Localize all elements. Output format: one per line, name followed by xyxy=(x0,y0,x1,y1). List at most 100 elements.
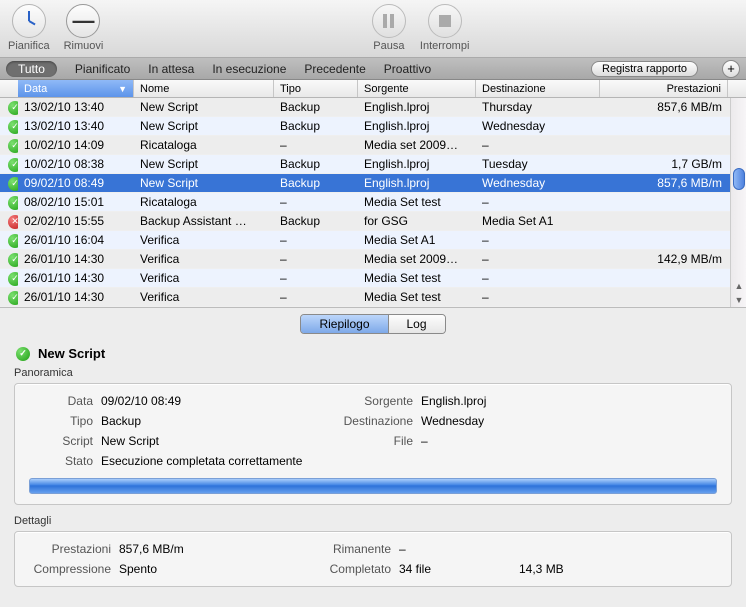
dettagli-label: Dettagli xyxy=(14,515,732,527)
value-destinazione: Wednesday xyxy=(421,414,717,428)
filter-precedente[interactable]: Precedente xyxy=(304,62,365,76)
cell-data: 26/01/10 14:30 xyxy=(18,252,134,266)
detail-panel: ✓ New Script Panoramica Data 09/02/10 08… xyxy=(0,340,746,597)
filter-in-esecuzione[interactable]: In esecuzione xyxy=(212,62,286,76)
cell-data: 26/01/10 16:04 xyxy=(18,233,134,247)
value-data: 09/02/10 08:49 xyxy=(101,394,341,408)
status-ok-icon: ✓ xyxy=(8,177,18,191)
value-compressione: Spento xyxy=(119,562,319,576)
stop-icon xyxy=(428,4,462,38)
cell-status: ✓ xyxy=(0,289,18,305)
cell-status: ✓ xyxy=(0,175,18,191)
filter-proattivo[interactable]: Proattivo xyxy=(384,62,431,76)
cell-destinazione: Media Set A1 xyxy=(476,214,600,228)
pianifica-label: Pianifica xyxy=(8,40,50,52)
cell-sorgente: Media Set test xyxy=(358,290,476,304)
label-compressione: Compressione xyxy=(29,562,119,576)
tab-riepilogo[interactable]: Riepilogo xyxy=(301,315,387,333)
table-row[interactable]: ✓26/01/10 14:30Verifica–Media Set test– xyxy=(0,269,746,288)
add-button[interactable]: + xyxy=(722,60,740,78)
table-row[interactable]: ✓08/02/10 15:01Ricataloga–Media Set test… xyxy=(0,193,746,212)
cell-destinazione: – xyxy=(476,195,600,209)
cell-destinazione: Wednesday xyxy=(476,176,600,190)
filter-pianificato[interactable]: Pianificato xyxy=(75,62,130,76)
table-row[interactable]: ✓26/01/10 14:30Verifica–Media Set test– xyxy=(0,288,746,307)
cell-status: ✓ xyxy=(0,99,18,115)
col-tipo[interactable]: Tipo xyxy=(274,80,358,97)
registra-rapporto-button[interactable]: Registra rapporto xyxy=(591,61,698,77)
cell-nome: New Script xyxy=(134,157,274,171)
col-sorgente[interactable]: Sorgente xyxy=(358,80,476,97)
value-rimanente: – xyxy=(399,542,519,556)
cell-nome: Verifica xyxy=(134,252,274,266)
cell-data: 02/02/10 15:55 xyxy=(18,214,134,228)
table-row[interactable]: ✓26/01/10 16:04Verifica–Media Set A1– xyxy=(0,231,746,250)
filter-bar: Tutto Pianificato In attesa In esecuzion… xyxy=(0,58,746,80)
scroll-up-icon[interactable]: ▲ xyxy=(731,279,746,293)
cell-nome: Ricataloga xyxy=(134,138,274,152)
table-row[interactable]: ✓10/02/10 08:38New ScriptBackupEnglish.l… xyxy=(0,155,746,174)
cell-destinazione: – xyxy=(476,138,600,152)
cell-sorgente: English.lproj xyxy=(358,119,476,133)
status-ok-icon: ✓ xyxy=(8,253,18,267)
col-destinazione[interactable]: Destinazione xyxy=(476,80,600,97)
scrollbar-thumb[interactable] xyxy=(733,168,745,190)
cell-nome: Backup Assistant … xyxy=(134,214,274,228)
table-row[interactable]: ✓13/02/10 13:40New ScriptBackupEnglish.l… xyxy=(0,98,746,117)
table-row[interactable]: ✓10/02/10 14:09Ricataloga–Media set 2009… xyxy=(0,136,746,155)
scroll-down-icon[interactable]: ▼ xyxy=(731,293,746,307)
cell-nome: New Script xyxy=(134,176,274,190)
cell-tipo: – xyxy=(274,271,358,285)
pianifica-button[interactable]: Pianifica xyxy=(8,4,50,52)
interrompi-button[interactable]: Interrompi xyxy=(420,4,470,52)
status-ok-icon: ✓ xyxy=(8,272,18,286)
cell-data: 26/01/10 14:30 xyxy=(18,290,134,304)
cell-sorgente: Media Set A1 xyxy=(358,233,476,247)
progress-bar xyxy=(29,478,717,494)
filter-in-attesa[interactable]: In attesa xyxy=(148,62,194,76)
cell-data: 10/02/10 14:09 xyxy=(18,138,134,152)
value-script: New Script xyxy=(101,434,341,448)
col-prestazioni[interactable]: Prestazioni xyxy=(600,80,728,97)
status-ok-icon: ✓ xyxy=(16,347,30,361)
table-row[interactable]: ✓09/02/10 08:49New ScriptBackupEnglish.l… xyxy=(0,174,746,193)
filter-tutto[interactable]: Tutto xyxy=(6,61,57,77)
table-row[interactable]: ✓13/02/10 13:40New ScriptBackupEnglish.l… xyxy=(0,117,746,136)
table-header: Data▼ Nome Tipo Sorgente Destinazione Pr… xyxy=(0,80,746,98)
scrollbar[interactable]: ▲ ▼ xyxy=(730,98,746,307)
status-ok-icon: ✓ xyxy=(8,120,18,134)
label-script: Script xyxy=(29,434,101,448)
cell-status: ✓ xyxy=(0,232,18,248)
cell-tipo: Backup xyxy=(274,214,358,228)
cell-data: 13/02/10 13:40 xyxy=(18,100,134,114)
tab-log[interactable]: Log xyxy=(388,315,445,333)
cell-nome: Verifica xyxy=(134,233,274,247)
cell-data: 10/02/10 08:38 xyxy=(18,157,134,171)
cell-nome: Verifica xyxy=(134,271,274,285)
cell-nome: New Script xyxy=(134,100,274,114)
cell-prestazioni: 857,6 MB/m xyxy=(600,176,728,190)
cell-sorgente: Media set 2009… xyxy=(358,252,476,266)
col-data[interactable]: Data▼ xyxy=(18,80,134,97)
rimuovi-button[interactable]: — Rimuovi xyxy=(64,4,104,52)
label-stato: Stato xyxy=(29,454,101,468)
cell-prestazioni: 1,7 GB/m xyxy=(600,157,728,171)
sort-down-icon: ▼ xyxy=(118,84,127,94)
table-row[interactable]: ✓26/01/10 14:30Verifica–Media set 2009…–… xyxy=(0,250,746,269)
status-ok-icon: ✓ xyxy=(8,101,18,115)
cell-data: 08/02/10 15:01 xyxy=(18,195,134,209)
col-status[interactable] xyxy=(0,80,18,97)
cell-destinazione: Thursday xyxy=(476,100,600,114)
cell-destinazione: Wednesday xyxy=(476,119,600,133)
table-row[interactable]: ✕02/02/10 15:55Backup Assistant …Backupf… xyxy=(0,212,746,231)
label-rimanente: Rimanente xyxy=(319,542,399,556)
clock-icon xyxy=(12,4,46,38)
toolbar: Pianifica — Rimuovi Pausa Interrompi xyxy=(0,0,746,58)
pausa-button[interactable]: Pausa xyxy=(372,4,406,52)
cell-sorgente: English.lproj xyxy=(358,157,476,171)
pause-icon xyxy=(372,4,406,38)
col-nome[interactable]: Nome xyxy=(134,80,274,97)
cell-status: ✓ xyxy=(0,118,18,134)
table-body: ✓13/02/10 13:40New ScriptBackupEnglish.l… xyxy=(0,98,746,307)
value-prestazioni: 857,6 MB/m xyxy=(119,542,319,556)
